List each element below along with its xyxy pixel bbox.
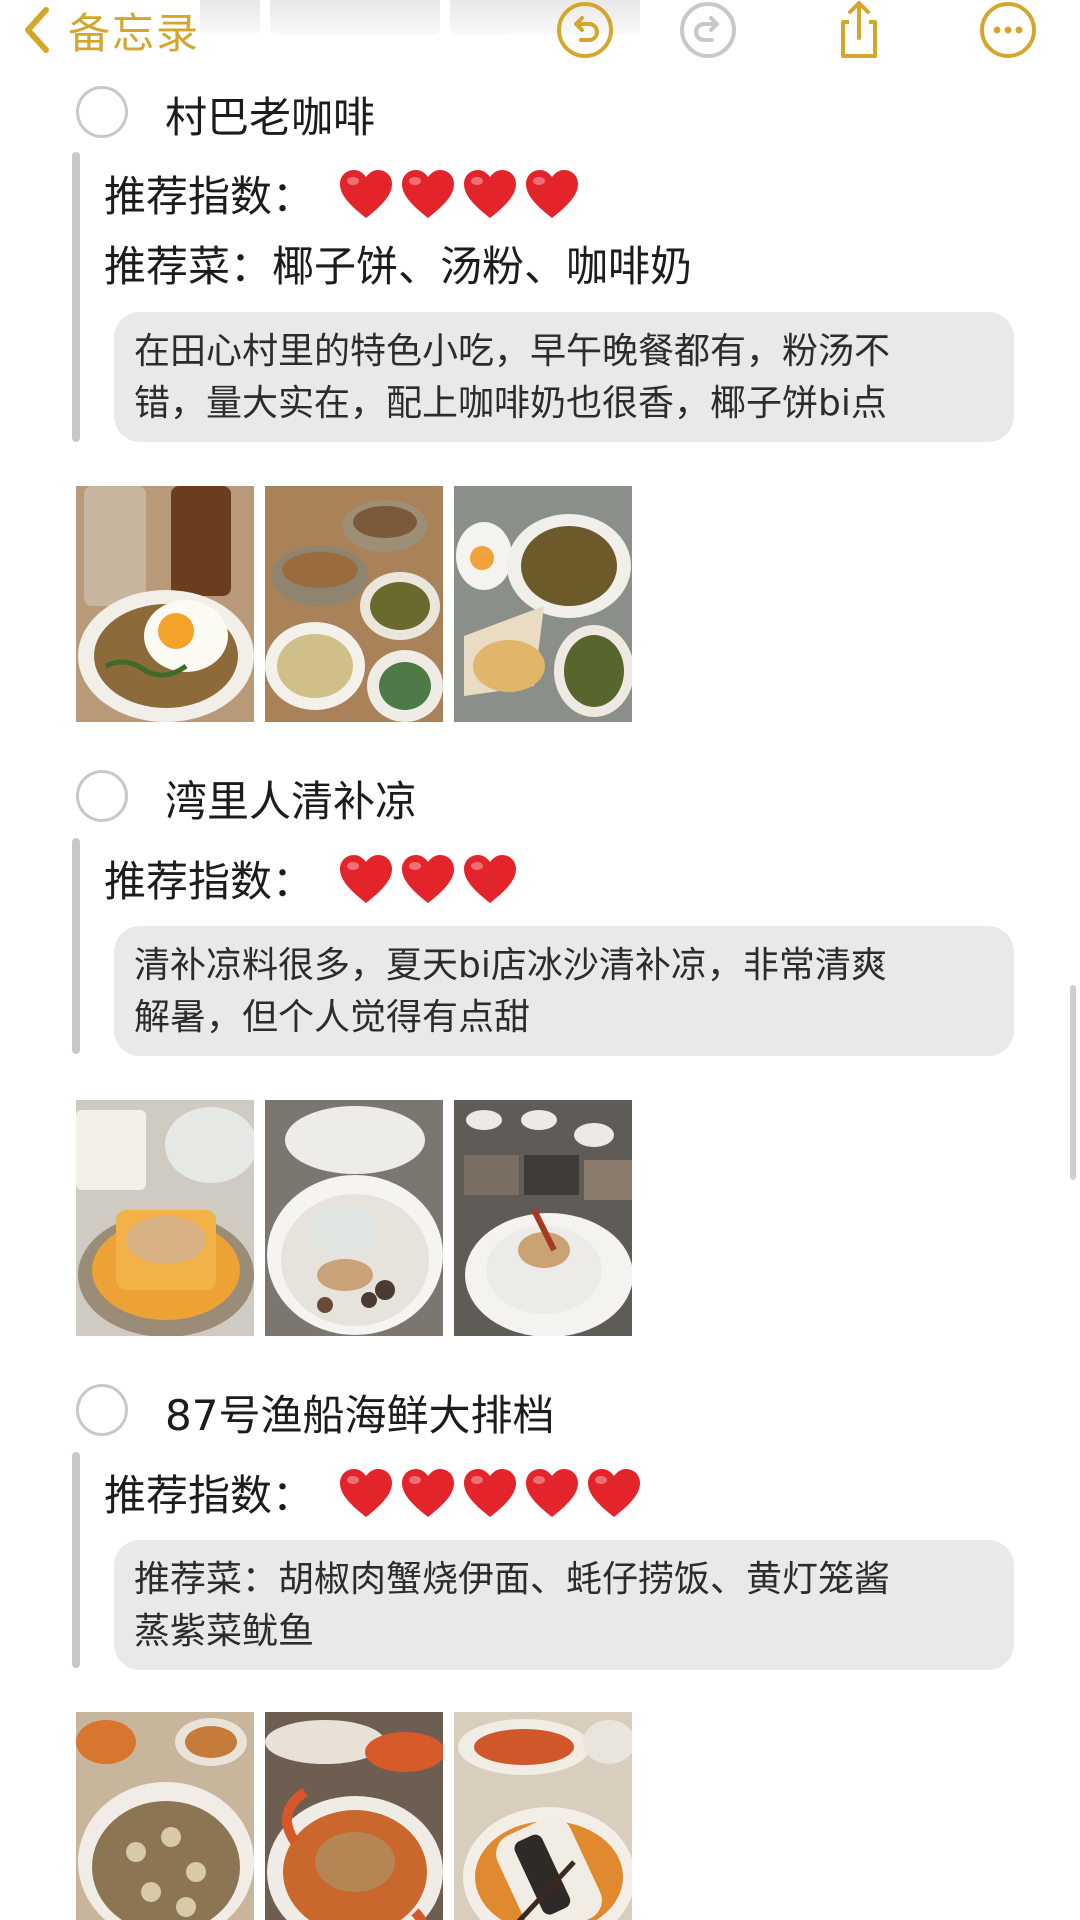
- rating-label: 推荐指数：: [104, 857, 315, 906]
- block-quote-bar: [72, 838, 80, 1054]
- food-photo[interactable]: [265, 1100, 443, 1336]
- item-title: 村巴老咖啡: [165, 93, 376, 142]
- heart-icon: [462, 168, 518, 220]
- food-photo[interactable]: [265, 486, 443, 722]
- notes-page: 备忘录 村巴老咖啡 推荐指数： 推荐菜：椰子饼、汤粉、咖啡奶 在田心村里的特色小…: [0, 0, 1080, 1920]
- back-label: 备忘录: [68, 8, 201, 58]
- more-button[interactable]: [976, 0, 1040, 60]
- heart-icon: [462, 1467, 518, 1519]
- food-photo[interactable]: [265, 1712, 443, 1920]
- heart-rating: [338, 853, 524, 905]
- fried-noodles-coconut-cake-photo: [454, 486, 632, 722]
- squid-seaweed-photo: [454, 1712, 632, 1920]
- food-photo[interactable]: [76, 1100, 254, 1336]
- food-photo[interactable]: [454, 1100, 632, 1336]
- food-photo[interactable]: [76, 1712, 254, 1920]
- redo-button[interactable]: [676, 0, 740, 60]
- qingbuliang-bowls-photo: [454, 1100, 632, 1336]
- heart-icon: [524, 168, 580, 220]
- shaved-ice-dessert-photo: [265, 1100, 443, 1336]
- chevron-left-icon: [25, 7, 49, 53]
- note-line: 错，量大实在，配上咖啡奶也很香，椰子饼bi点: [134, 383, 887, 424]
- checklist-checkbox[interactable]: [76, 770, 128, 822]
- back-button[interactable]: 备忘录: [18, 0, 200, 60]
- more-icon: [980, 2, 1036, 58]
- item-title: 87号渔船海鲜大排档: [165, 1391, 555, 1440]
- heart-icon: [338, 853, 394, 905]
- rating-label: 推荐指数：: [104, 1471, 315, 1520]
- undo-button[interactable]: [553, 0, 617, 60]
- scroll-indicator[interactable]: [1070, 985, 1076, 1180]
- share-button[interactable]: [827, 0, 891, 60]
- heart-icon: [400, 168, 456, 220]
- redo-icon: [680, 2, 736, 58]
- heart-rating: [338, 168, 586, 220]
- undo-icon: [557, 2, 613, 58]
- item-title: 湾里人清补凉: [165, 777, 418, 826]
- heart-icon: [400, 1467, 456, 1519]
- note-line: 蒸紫菜鱿鱼: [134, 1611, 315, 1652]
- share-icon: [841, 1, 877, 58]
- heart-icon: [400, 853, 456, 905]
- rating-line: 推荐指数：: [104, 848, 524, 909]
- note-line: 推荐菜：胡椒肉蟹烧伊面、蚝仔捞饭、黄灯笼酱: [134, 1559, 891, 1600]
- heart-icon: [338, 1467, 394, 1519]
- recommended-dishes: 推荐菜：椰子饼、汤粉、咖啡奶: [104, 242, 693, 291]
- note-line: 清补凉料很多，夏天bi店冰沙清补凉，非常清爽: [134, 945, 887, 986]
- coffee-and-noodles-spread-photo: [265, 486, 443, 722]
- note-callout: 清补凉料很多，夏天bi店冰沙清补凉，非常清爽 解暑，但个人觉得有点甜: [114, 926, 1014, 1056]
- block-quote-bar: [72, 1452, 80, 1668]
- checklist-checkbox[interactable]: [76, 86, 128, 138]
- rating-label: 推荐指数：: [104, 172, 315, 221]
- oyster-rice-photo: [76, 1712, 254, 1920]
- heart-rating: [338, 1467, 648, 1519]
- note-line: 解暑，但个人觉得有点甜: [134, 997, 531, 1038]
- food-photo[interactable]: [76, 486, 254, 722]
- mango-tofu-peanut-photo: [76, 1100, 254, 1336]
- food-photo[interactable]: [454, 486, 632, 722]
- crab-noodles-photo: [265, 1712, 443, 1920]
- rating-line: 推荐指数：: [104, 163, 586, 224]
- heart-icon: [524, 1467, 580, 1519]
- block-quote-bar: [72, 152, 80, 442]
- note-callout: 推荐菜：胡椒肉蟹烧伊面、蚝仔捞饭、黄灯笼酱 蒸紫菜鱿鱼: [114, 1540, 1014, 1670]
- rating-line: 推荐指数：: [104, 1462, 648, 1523]
- photo-row: [76, 1712, 643, 1920]
- heart-icon: [338, 168, 394, 220]
- photo-row: [76, 1100, 643, 1336]
- food-photo[interactable]: [454, 1712, 632, 1920]
- photo-row: [76, 486, 643, 722]
- note-callout: 在田心村里的特色小吃，早午晚餐都有，粉汤不 错，量大实在，配上咖啡奶也很香，椰子…: [114, 312, 1014, 442]
- note-line: 在田心村里的特色小吃，早午晚餐都有，粉汤不: [134, 331, 891, 372]
- heart-icon: [586, 1467, 642, 1519]
- checklist-checkbox[interactable]: [76, 1384, 128, 1436]
- navigation-bar: 备忘录: [0, 0, 1080, 70]
- iced-coffee-noodles-egg-photo: [76, 486, 254, 722]
- heart-icon: [462, 853, 518, 905]
